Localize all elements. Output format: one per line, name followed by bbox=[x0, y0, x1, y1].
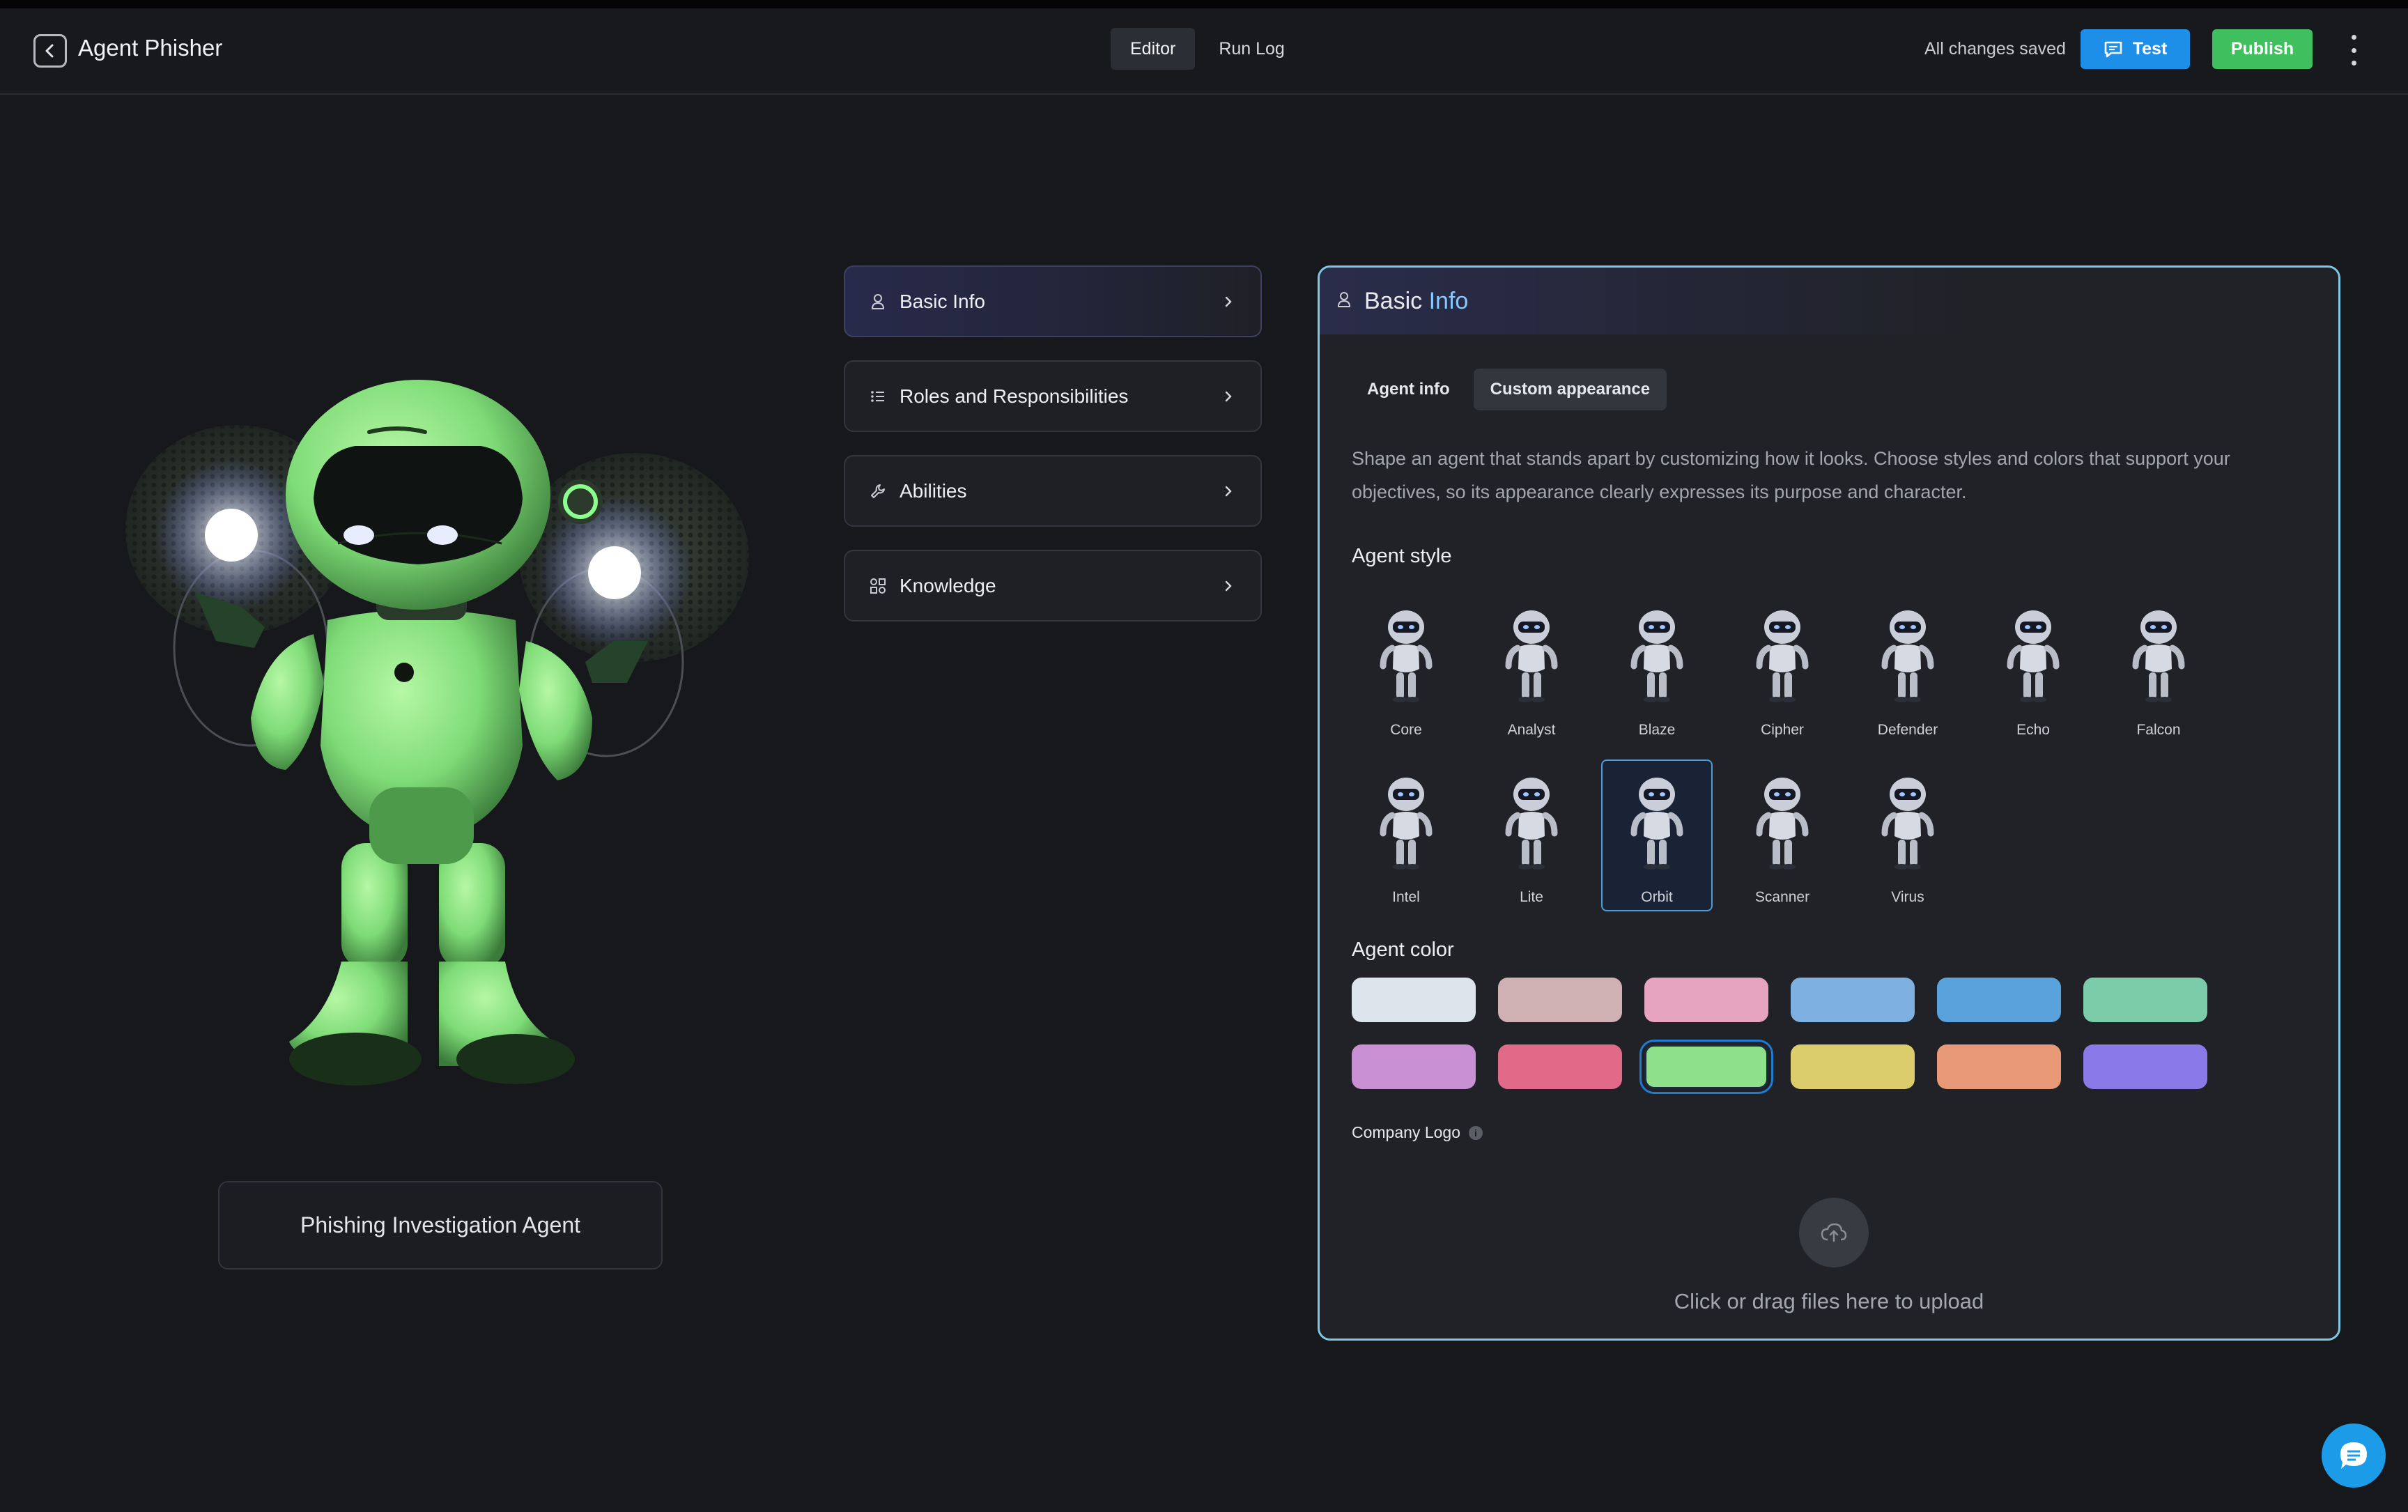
robot-icon bbox=[2007, 610, 2060, 702]
agent-style-option[interactable]: Defender bbox=[1852, 592, 1963, 744]
agent-style-option[interactable]: Virus bbox=[1852, 759, 1963, 911]
agent-name-display[interactable]: Phishing Investigation Agent bbox=[218, 1181, 663, 1270]
chevron-left-icon bbox=[45, 44, 54, 58]
support-chat-button[interactable] bbox=[2322, 1424, 2386, 1488]
agent-color-swatch[interactable] bbox=[1352, 978, 1476, 1022]
chevron-right-icon bbox=[1220, 483, 1237, 500]
info-icon[interactable]: i bbox=[1469, 1125, 1483, 1140]
basic-info-panel: Basic Info Agent info Custom appearance … bbox=[1318, 265, 2340, 1341]
upload-cloud-icon[interactable] bbox=[1799, 1198, 1869, 1267]
agent-color-label: Agent color bbox=[1352, 939, 1454, 961]
agent-style-option[interactable]: Blaze bbox=[1601, 592, 1713, 744]
agent-color-swatch[interactable] bbox=[1498, 1044, 1622, 1089]
panel-header: Basic Info bbox=[1320, 268, 2338, 334]
list-icon bbox=[869, 387, 887, 406]
section-label: Abilities bbox=[900, 479, 967, 502]
agent-color-swatch[interactable] bbox=[1937, 978, 2061, 1022]
robot-icon bbox=[1756, 610, 1809, 702]
agent-style-name: Blaze bbox=[1638, 722, 1676, 738]
agent-color-swatch[interactable] bbox=[1791, 978, 1915, 1022]
agent-color-swatch[interactable] bbox=[1639, 1040, 1773, 1094]
section-label: Knowledge bbox=[900, 574, 996, 596]
section-roles-responsibilities[interactable]: Roles and Responsibilities bbox=[844, 360, 1262, 432]
agent-style-option[interactable]: Analyst bbox=[1476, 592, 1587, 744]
agent-color-swatch[interactable] bbox=[1644, 978, 1768, 1022]
panel-title: Basic Info bbox=[1364, 287, 1469, 314]
chevron-right-icon bbox=[1220, 578, 1237, 594]
agent-color-swatch[interactable] bbox=[1352, 1044, 1476, 1089]
agent-style-option[interactable]: Cipher bbox=[1727, 592, 1838, 744]
top-bar: Agent Phisher Editor Run Log All changes… bbox=[0, 8, 2408, 95]
section-knowledge[interactable]: Knowledge bbox=[844, 550, 1262, 622]
tab-editor[interactable]: Editor bbox=[1111, 28, 1196, 70]
agent-style-name: Analyst bbox=[1507, 722, 1556, 738]
agent-color-swatch[interactable] bbox=[2083, 1044, 2207, 1089]
upload-dropzone-text[interactable]: Click or drag files here to upload bbox=[1320, 1289, 2338, 1314]
agent-style-option[interactable]: Falcon bbox=[2103, 592, 2214, 744]
shapes-icon bbox=[869, 577, 887, 595]
tab-run-log[interactable]: Run Log bbox=[1199, 28, 1304, 70]
section-basic-info[interactable]: Basic Info bbox=[844, 265, 1262, 337]
chat-icon bbox=[2104, 41, 2122, 57]
robot-icon bbox=[1380, 778, 1433, 870]
section-label: Basic Info bbox=[900, 290, 985, 312]
test-button[interactable]: Test bbox=[2081, 29, 2190, 69]
appearance-description: Shape an agent that stands apart by cust… bbox=[1352, 448, 2230, 502]
agent-style-label: Agent style bbox=[1352, 545, 1452, 567]
agent-style-option[interactable]: Intel bbox=[1350, 759, 1462, 911]
agent-style-name: Falcon bbox=[2136, 722, 2181, 738]
robot-icon bbox=[2132, 610, 2185, 702]
agent-style-option[interactable]: Orbit bbox=[1601, 759, 1713, 911]
agent-color-swatch[interactable] bbox=[1498, 978, 1622, 1022]
view-tabs: Editor Run Log bbox=[1111, 28, 1304, 70]
page-title: Agent Phisher bbox=[78, 35, 223, 61]
agent-style-name: Intel bbox=[1392, 889, 1420, 905]
panel-subtabs: Agent info Custom appearance bbox=[1350, 369, 1667, 410]
agent-style-name: Orbit bbox=[1641, 889, 1673, 905]
back-button[interactable] bbox=[33, 34, 67, 68]
save-status: All changes saved bbox=[1924, 39, 2066, 59]
chevron-right-icon bbox=[1220, 293, 1237, 310]
user-icon bbox=[1336, 291, 1352, 311]
chevron-right-icon bbox=[1220, 388, 1237, 405]
robot-icon bbox=[1505, 610, 1558, 702]
agent-style-option[interactable]: Core bbox=[1350, 592, 1462, 744]
window-top-edge bbox=[0, 0, 2408, 8]
agent-style-name: Lite bbox=[1520, 889, 1543, 905]
user-icon bbox=[869, 293, 887, 311]
agent-style-name: Echo bbox=[2016, 722, 2050, 738]
robot-icon bbox=[1881, 778, 1934, 870]
agent-color-swatch[interactable] bbox=[1937, 1044, 2061, 1089]
agent-style-name: Cipher bbox=[1761, 722, 1804, 738]
section-label: Roles and Responsibilities bbox=[900, 385, 1129, 407]
more-options-icon[interactable] bbox=[2345, 35, 2362, 65]
agent-style-name: Defender bbox=[1877, 722, 1938, 738]
robot-icon bbox=[1756, 778, 1809, 870]
robot-icon bbox=[1881, 610, 1934, 702]
agent-style-option[interactable]: Lite bbox=[1476, 759, 1587, 911]
chat-bubble-icon bbox=[2340, 1442, 2367, 1469]
agent-color-swatch[interactable] bbox=[1791, 1044, 1915, 1089]
agent-style-option[interactable]: Scanner bbox=[1727, 759, 1838, 911]
company-logo-label: Company Logo i bbox=[1352, 1123, 1483, 1142]
tab-custom-appearance[interactable]: Custom appearance bbox=[1473, 369, 1667, 410]
agent-style-name: Core bbox=[1390, 722, 1422, 738]
test-button-label: Test bbox=[2132, 39, 2168, 59]
agent-style-name: Scanner bbox=[1754, 889, 1810, 905]
wrench-icon bbox=[869, 482, 887, 500]
robot-icon bbox=[1380, 610, 1433, 702]
agent-style-name: Virus bbox=[1891, 889, 1924, 905]
robot-icon bbox=[1505, 778, 1558, 870]
agent-color-swatch[interactable] bbox=[2083, 978, 2207, 1022]
publish-button[interactable]: Publish bbox=[2212, 29, 2313, 69]
section-abilities[interactable]: Abilities bbox=[844, 455, 1262, 527]
robot-icon bbox=[1630, 610, 1683, 702]
agent-avatar-illustration bbox=[91, 355, 752, 1108]
robot-icon bbox=[1630, 778, 1683, 870]
tab-agent-info[interactable]: Agent info bbox=[1350, 369, 1467, 410]
agent-style-option[interactable]: Echo bbox=[1977, 592, 2089, 744]
